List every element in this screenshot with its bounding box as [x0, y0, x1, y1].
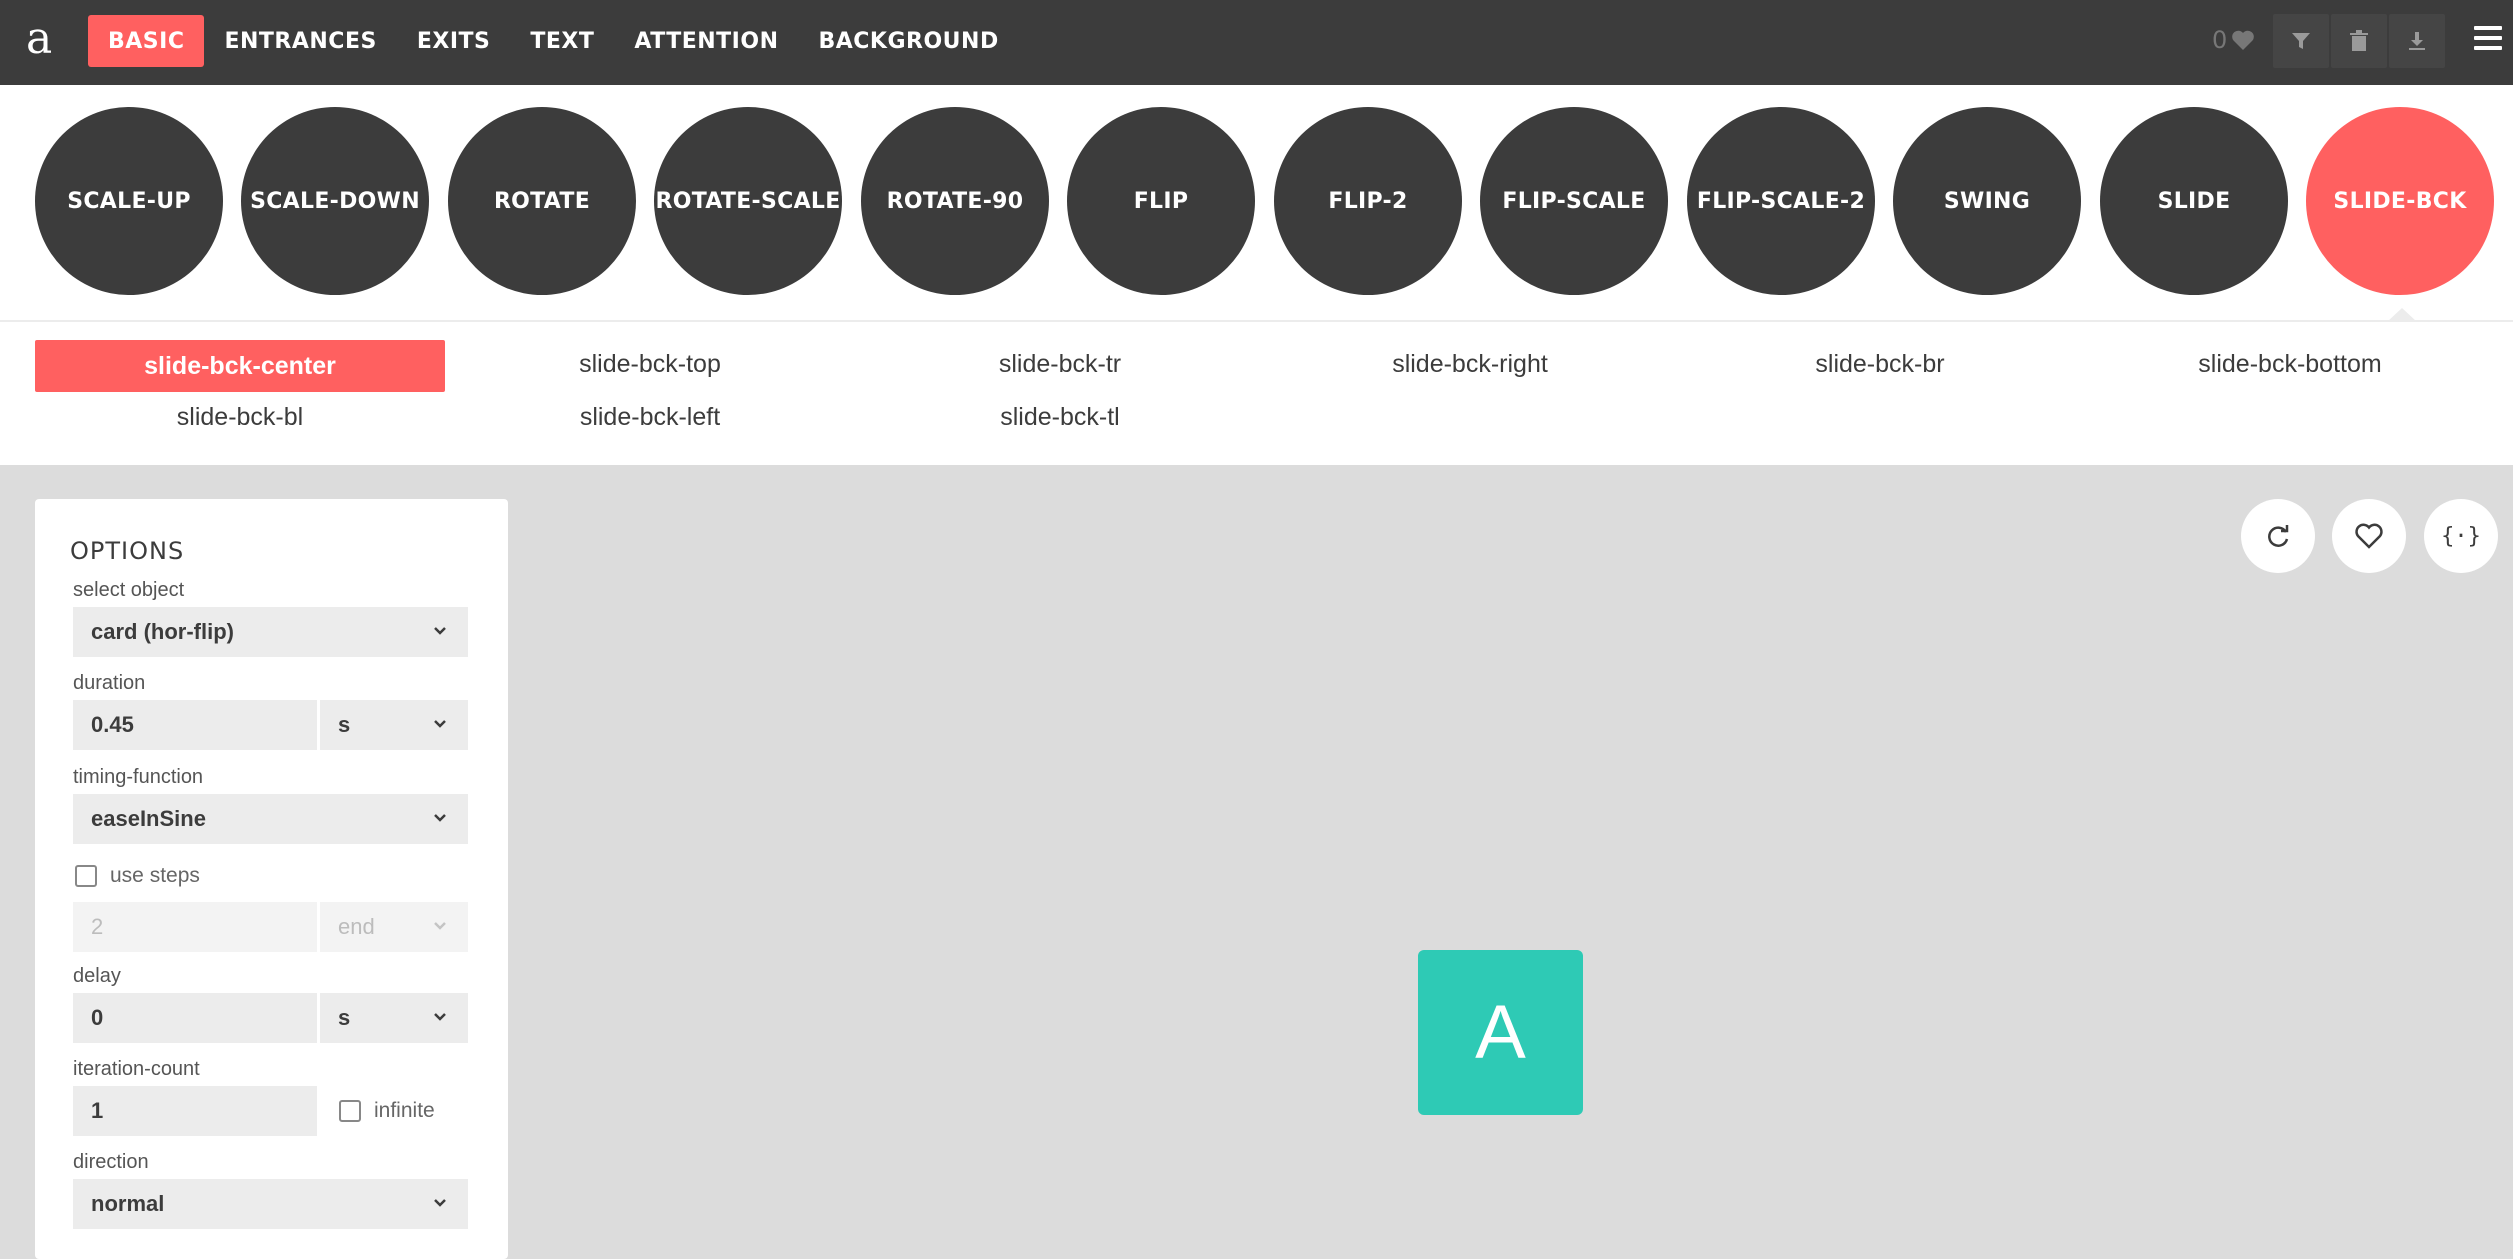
code-button[interactable]: {·}	[2424, 499, 2498, 573]
filter-icon	[2292, 33, 2310, 49]
options-panel: OPTIONS select object card (hor-flip) du…	[35, 499, 508, 1259]
duration-unit-value: s	[338, 712, 351, 737]
chevron-down-icon	[434, 922, 446, 930]
direction-label: direction	[73, 1151, 149, 1173]
category-scale-up[interactable]: SCALE-UP	[35, 107, 223, 295]
variant-slide-bck-tr[interactable]: slide-bck-tr	[855, 338, 1265, 390]
steps-position-value: end	[338, 914, 375, 939]
select-object-dropdown[interactable]: card (hor-flip)	[73, 607, 468, 657]
favorites-count: 0	[2212, 26, 2228, 54]
duration-input[interactable]: 0.45	[73, 700, 317, 750]
timing-function-dropdown[interactable]: easeInSine	[73, 794, 468, 844]
nav-basic[interactable]: BASIC	[88, 15, 205, 67]
main-nav: BASIC ENTRANCES EXITS TEXT ATTENTION BAC…	[88, 15, 1019, 67]
favorite-button[interactable]	[2332, 499, 2406, 573]
use-steps-checkbox[interactable]	[75, 865, 97, 887]
variant-slide-bck-left[interactable]: slide-bck-left	[445, 391, 855, 443]
delay-unit-dropdown[interactable]: s	[320, 993, 468, 1043]
refresh-icon	[2268, 525, 2289, 547]
options-title: OPTIONS	[70, 537, 185, 565]
chevron-down-icon	[434, 627, 446, 635]
select-object-value: card (hor-flip)	[91, 619, 234, 644]
clear-button[interactable]	[2331, 14, 2387, 68]
trash-icon	[2350, 30, 2368, 51]
category-rotate[interactable]: ROTATE	[448, 107, 636, 295]
timing-function-value: easeInSine	[91, 806, 206, 831]
nav-attention[interactable]: ATTENTION	[614, 15, 798, 67]
chevron-down-icon	[434, 1013, 446, 1021]
use-steps-label: use steps	[110, 864, 200, 887]
steps-value: 2	[91, 914, 104, 939]
variant-slide-bck-top[interactable]: slide-bck-top	[445, 338, 855, 390]
duration-label: duration	[73, 672, 146, 694]
menu-icon	[2474, 26, 2502, 50]
direction-value: normal	[91, 1191, 165, 1216]
category-flip-scale-2[interactable]: FLIP-SCALE-2	[1687, 107, 1875, 295]
category-slide[interactable]: SLIDE	[2100, 107, 2288, 295]
variant-slide-bck-right[interactable]: slide-bck-right	[1265, 338, 1675, 390]
category-rotate-90[interactable]: ROTATE-90	[861, 107, 1049, 295]
variant-slide-bck-br[interactable]: slide-bck-br	[1675, 338, 2085, 390]
category-flip-2[interactable]: FLIP-2	[1274, 107, 1462, 295]
logo[interactable]: a	[26, 14, 52, 64]
iteration-count-label: iteration-count	[73, 1058, 200, 1080]
chevron-down-icon	[434, 720, 446, 728]
variant-slide-bck-bl[interactable]: slide-bck-bl	[35, 391, 445, 443]
category-bar: SCALE-UP SCALE-DOWN ROTATE ROTATE-SCALE …	[0, 85, 2513, 321]
infinite-checkbox[interactable]	[339, 1100, 361, 1122]
download-button[interactable]	[2389, 14, 2445, 68]
filter-button[interactable]	[2273, 14, 2329, 68]
category-flip-scale[interactable]: FLIP-SCALE	[1480, 107, 1668, 295]
chevron-down-icon	[434, 1199, 446, 1207]
timing-function-label: timing-function	[73, 766, 204, 788]
top-bar: a BASIC ENTRANCES EXITS TEXT ATTENTION B…	[0, 0, 2513, 85]
nav-background[interactable]: BACKGROUND	[798, 15, 1018, 67]
delay-unit-value: s	[338, 1005, 351, 1030]
heart-outline-icon	[2355, 523, 2383, 549]
select-object-label: select object	[73, 579, 185, 601]
infinite-label: infinite	[374, 1099, 435, 1122]
chevron-down-icon	[434, 814, 446, 822]
delay-value: 0	[91, 1005, 104, 1030]
variant-list: slide-bck-center slide-bck-top slide-bck…	[0, 320, 2513, 465]
nav-entrances[interactable]: ENTRANCES	[204, 15, 396, 67]
menu-button[interactable]	[2474, 26, 2502, 58]
duration-unit-dropdown[interactable]: s	[320, 700, 468, 750]
variant-slide-bck-bottom[interactable]: slide-bck-bottom	[2085, 338, 2495, 390]
preview-card: A	[1418, 950, 1583, 1115]
delay-label: delay	[73, 965, 121, 987]
heart-icon	[2232, 30, 2255, 50]
iteration-count-value: 1	[91, 1098, 104, 1123]
replay-button[interactable]	[2241, 499, 2315, 573]
category-rotate-scale[interactable]: ROTATE-SCALE	[654, 107, 842, 295]
delay-input[interactable]: 0	[73, 993, 317, 1043]
category-scale-down[interactable]: SCALE-DOWN	[241, 107, 429, 295]
steps-input[interactable]: 2	[73, 902, 317, 952]
category-slide-bck[interactable]: SLIDE-BCK	[2306, 107, 2494, 295]
variant-slide-bck-tl[interactable]: slide-bck-tl	[855, 391, 1265, 443]
favorites-counter[interactable]: 0	[2212, 26, 2255, 54]
direction-dropdown[interactable]: normal	[73, 1179, 468, 1229]
nav-exits[interactable]: EXITS	[397, 15, 511, 67]
iteration-count-input[interactable]: 1	[73, 1086, 317, 1136]
category-flip[interactable]: FLIP	[1067, 107, 1255, 295]
category-swing[interactable]: SWING	[1893, 107, 2081, 295]
duration-value: 0.45	[91, 712, 134, 737]
variant-slide-bck-center[interactable]: slide-bck-center	[35, 340, 445, 392]
nav-text[interactable]: TEXT	[510, 15, 614, 67]
steps-position-dropdown[interactable]: end	[320, 902, 468, 952]
download-icon	[2409, 32, 2425, 50]
code-braces-icon: {·}	[2441, 523, 2481, 549]
